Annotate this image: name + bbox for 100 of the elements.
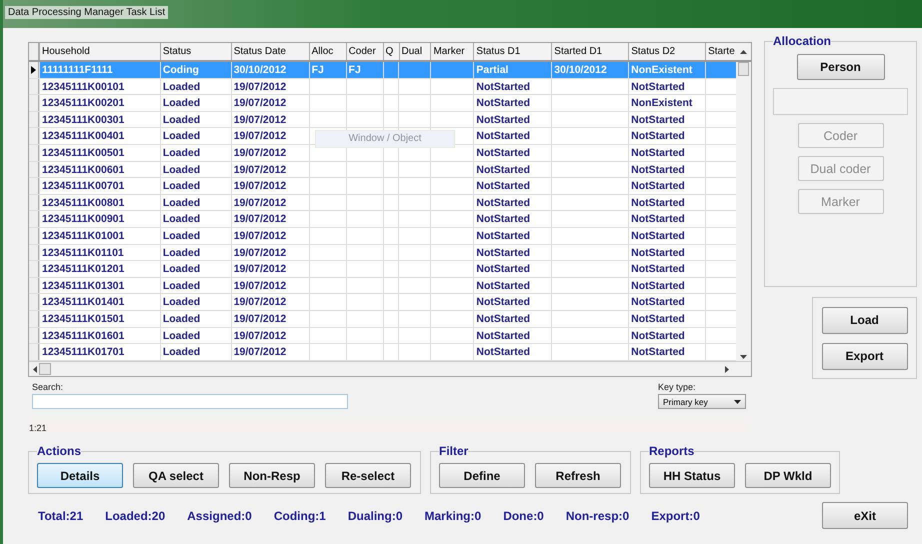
- search-label: Search:: [32, 382, 64, 392]
- table-cell: NotStarted: [476, 80, 530, 93]
- dropdown-arrow-icon: [734, 400, 741, 404]
- table-cell: NotStarted: [631, 330, 685, 342]
- exit-button[interactable]: eXit: [822, 502, 908, 529]
- table-row[interactable]: 12345111K01701 Loaded 19/07/2012 NotStarted NotStarted: [29, 344, 736, 361]
- table-cell: FJ: [348, 64, 361, 76]
- column-header[interactable]: Status: [160, 43, 231, 60]
- table-row[interactable]: 12345111K00201 Loaded 19/07/2012 NotStarted NonExistent: [29, 95, 736, 112]
- table-cell: NotStarted: [476, 246, 530, 259]
- side-button[interactable]: Load: [822, 306, 908, 334]
- table-cell: 12345111K00201: [42, 97, 124, 110]
- table-cell: Loaded: [162, 296, 200, 308]
- table-cell: NotStarted: [476, 146, 530, 159]
- table-cell: Loaded: [162, 230, 200, 242]
- table-cell: NotStarted: [476, 346, 530, 358]
- column-header[interactable]: Marker: [430, 43, 474, 60]
- table-cell: 12345111K01401: [42, 296, 124, 308]
- table-cell: 19/07/2012: [234, 97, 286, 110]
- table-cell: NotStarted: [476, 114, 530, 126]
- table-cell: NotStarted: [476, 280, 530, 292]
- column-header[interactable]: Status D2: [628, 43, 706, 60]
- table-cell: NotStarted: [631, 246, 685, 259]
- action-button[interactable]: HH Status: [649, 463, 735, 488]
- person-button[interactable]: Person: [796, 54, 884, 80]
- action-button[interactable]: Re-select: [325, 463, 411, 488]
- column-header[interactable]: Q: [382, 43, 399, 60]
- table-cell: 12345111K01101: [42, 246, 124, 259]
- table-row[interactable]: 12345111K01501 Loaded 19/07/2012 NotStarted NotStarted: [29, 310, 736, 328]
- scroll-up-icon[interactable]: [740, 50, 748, 54]
- table-cell: 19/07/2012: [234, 330, 286, 342]
- table-row[interactable]: 12345111K01201 Loaded 19/07/2012 NotStarted NotStarted: [29, 261, 736, 278]
- table-cell: NotStarted: [631, 114, 685, 126]
- table-cell: Loaded: [162, 330, 200, 342]
- table-row[interactable]: 12345111K01601 Loaded 19/07/2012 NotStarted NotStarted: [29, 328, 736, 344]
- table-cell: 12345111K00701: [42, 180, 124, 192]
- table-cell: 12345111K00401: [42, 130, 124, 142]
- table-cell: Loaded: [162, 114, 200, 126]
- table-row[interactable]: 12345111K00501 Loaded 19/07/2012 NotStarted NotStarted: [29, 144, 736, 162]
- table-cell: 30/10/2012: [554, 64, 607, 76]
- status-count: Dualing:0: [348, 508, 402, 522]
- table-cell: 19/07/2012: [234, 164, 286, 176]
- status-count: Loaded:20: [105, 508, 166, 522]
- table-cell: NotStarted: [631, 280, 685, 292]
- status-count: Done:0: [503, 508, 544, 522]
- table-cell: NotStarted: [476, 130, 530, 142]
- window-title: Data Processing Manager Task List: [5, 6, 168, 19]
- key-type-dropdown[interactable]: Primary key: [658, 394, 746, 409]
- action-button[interactable]: Define: [439, 463, 525, 488]
- scroll-left-icon[interactable]: [33, 366, 37, 372]
- column-header[interactable]: Started D1: [551, 43, 628, 60]
- table-cell: NotStarted: [631, 180, 685, 192]
- action-button[interactable]: DP Wkld: [745, 463, 831, 488]
- row-pointer-icon: [31, 66, 36, 74]
- table-cell: 30/10/2012: [234, 64, 286, 76]
- action-button[interactable]: Non-Resp: [229, 463, 315, 488]
- table-cell: NonExistent: [631, 64, 692, 76]
- search-field[interactable]: [32, 394, 348, 409]
- scroll-right-icon[interactable]: [725, 366, 729, 372]
- scroll-thumb[interactable]: [39, 363, 51, 375]
- scroll-thumb[interactable]: [738, 62, 749, 76]
- table-cell: Loaded: [162, 146, 200, 159]
- table-cell: NotStarted: [631, 296, 685, 308]
- column-header[interactable]: Status Date: [230, 43, 309, 60]
- table-cell: Loaded: [162, 263, 200, 276]
- group-title: Allocation: [773, 34, 832, 48]
- table-cell: 19/07/2012: [234, 246, 286, 259]
- scroll-down-icon[interactable]: [740, 355, 747, 359]
- table-row[interactable]: 12345111K00301 Loaded 19/07/2012 NotStarted NotStarted: [29, 112, 736, 128]
- table-cell: 19/07/2012: [234, 263, 286, 276]
- side-button[interactable]: Export: [822, 342, 908, 370]
- vertical-scrollbar[interactable]: [736, 62, 751, 361]
- column-header[interactable]: Household: [39, 43, 160, 60]
- action-button[interactable]: Details: [37, 463, 123, 488]
- table-cell: 12345111K01701: [42, 346, 124, 358]
- row-header[interactable]: [29, 62, 39, 78]
- column-header[interactable]: Status D1: [473, 43, 552, 60]
- table-cell: Loaded: [162, 196, 200, 209]
- table-cell: 12345111K01201: [42, 263, 124, 276]
- person-field[interactable]: [773, 88, 908, 115]
- table-row[interactable]: 12345111K00901 Loaded 19/07/2012 NotStarted NotStarted: [29, 211, 736, 228]
- column-header[interactable]: Dual: [398, 43, 430, 60]
- table-cell: NonExistent: [631, 97, 692, 110]
- column-header[interactable]: Alloc: [308, 43, 346, 60]
- table-cell: NotStarted: [476, 263, 530, 276]
- table-cell: 12345111K01501: [42, 312, 124, 325]
- table-row[interactable]: 12345111K00601 Loaded 19/07/2012 NotStarted NotStarted: [29, 162, 736, 178]
- key-type-label: Key type:: [658, 382, 697, 392]
- horizontal-scrollbar[interactable]: [29, 361, 751, 376]
- table-cell: 19/07/2012: [234, 114, 286, 126]
- action-button[interactable]: Refresh: [535, 463, 621, 488]
- table-row[interactable]: 12345111K00801 Loaded 19/07/2012 NotStarted NotStarted: [29, 194, 736, 212]
- column-header[interactable]: Coder: [346, 43, 383, 60]
- table-row[interactable]: 12345111K01001 Loaded 19/07/2012 NotStarted NotStarted: [29, 228, 736, 245]
- table-row[interactable]: 12345111K01401 Loaded 19/07/2012 NotStarted NotStarted: [29, 294, 736, 311]
- table-row[interactable]: 12345111K01101 Loaded 19/07/2012 NotStarted NotStarted: [29, 244, 736, 262]
- action-button[interactable]: QA select: [133, 463, 219, 488]
- table-row[interactable]: 12345111K00701 Loaded 19/07/2012 NotStarted NotStarted: [29, 178, 736, 195]
- table-row[interactable]: 12345111K01301 Loaded 19/07/2012 NotStarted NotStarted: [29, 278, 736, 294]
- table-row[interactable]: 12345111K00101 Loaded 19/07/2012 NotStarted NotStarted: [29, 78, 736, 96]
